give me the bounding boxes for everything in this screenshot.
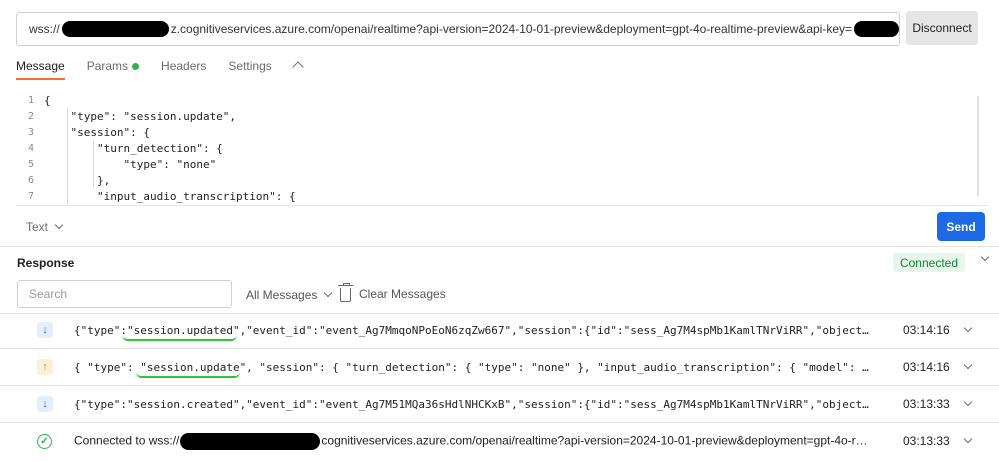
chevron-down-icon[interactable] bbox=[963, 360, 973, 370]
message-row[interactable]: ✓ Connected to wss:// cognitiveservices.a… bbox=[0, 423, 999, 459]
message-row[interactable]: ↓ {"type":"session.updated","event_id":"… bbox=[0, 312, 999, 348]
url-input[interactable]: wss:// z.cognitiveservices.azure.com/ope… bbox=[16, 12, 900, 46]
chevron-down-icon[interactable] bbox=[963, 397, 973, 407]
redacted-marker bbox=[854, 21, 899, 37]
clear-messages-button[interactable]: Clear Messages bbox=[338, 283, 446, 302]
chevron-down-icon bbox=[324, 288, 333, 298]
params-status-dot bbox=[132, 62, 140, 70]
tab-label: Params bbox=[86, 59, 129, 73]
code-text: "type": "session.update", bbox=[44, 109, 237, 123]
code-text: "turn_detection": { bbox=[44, 141, 223, 155]
chevron-down-icon[interactable] bbox=[980, 252, 990, 262]
status-badge: Connected bbox=[893, 253, 965, 272]
search-input[interactable] bbox=[17, 280, 232, 308]
message-type-label: Text bbox=[26, 220, 49, 234]
redacted-marker bbox=[61, 21, 169, 37]
url-text: z.cognitiveservices.azure.com/openai/rea… bbox=[170, 22, 853, 36]
chevron-down-icon bbox=[54, 220, 64, 230]
message-timestamp: 03:14:16 bbox=[903, 323, 950, 337]
code-line: 4 "turn_detection": { bbox=[16, 140, 988, 156]
arrow-down-icon: ↓ bbox=[37, 396, 53, 412]
code-text: { bbox=[44, 93, 51, 107]
tab-label: Settings bbox=[228, 59, 272, 73]
arrow-down-icon: ↓ bbox=[37, 322, 53, 338]
tab-label: Message bbox=[16, 59, 65, 73]
code-line: 6 }, bbox=[16, 172, 988, 188]
line-number: 6 bbox=[28, 174, 35, 186]
code-text: "input_audio_transcription": { bbox=[44, 189, 296, 203]
line-number: 4 bbox=[28, 142, 35, 154]
message-timestamp: 03:14:16 bbox=[903, 360, 950, 374]
chevron-down-icon[interactable] bbox=[963, 323, 973, 333]
redacted-marker bbox=[180, 432, 321, 450]
indent-guide bbox=[67, 108, 68, 204]
message-editor[interactable]: 1{ 2 "type": "session.update", 3 "sessio… bbox=[16, 92, 988, 204]
tab-settings[interactable]: Settings bbox=[228, 59, 271, 79]
message-row[interactable]: ↑ { "type": "session.update", "session":… bbox=[0, 349, 999, 385]
section-divider bbox=[0, 246, 999, 247]
code-line: 5 "type": "none" bbox=[16, 156, 988, 172]
code-line: 2 "type": "session.update", bbox=[16, 108, 988, 124]
line-number: 2 bbox=[28, 110, 35, 122]
url-prefix: wss:// bbox=[29, 22, 60, 36]
tab-params[interactable]: Params bbox=[86, 59, 140, 79]
message-type-select[interactable]: Text bbox=[26, 220, 64, 234]
filter-label: All Messages bbox=[246, 288, 318, 302]
disconnect-button[interactable]: Disconnect bbox=[906, 11, 978, 45]
indent-guide bbox=[93, 140, 94, 188]
line-number: 3 bbox=[28, 126, 35, 138]
message-row[interactable]: ↓ {"type":"session.created","event_id":"… bbox=[0, 386, 999, 422]
tab-message[interactable]: Message bbox=[16, 59, 65, 80]
code-line: 1{ bbox=[16, 92, 988, 108]
editor-scrollbar[interactable] bbox=[977, 96, 979, 196]
code-line: 3 "session": { bbox=[16, 124, 988, 140]
collapse-chevron-up-icon[interactable] bbox=[292, 59, 304, 77]
tab-label: Headers bbox=[161, 59, 207, 73]
check-circle-icon: ✓ bbox=[37, 433, 52, 449]
message-timestamp: 03:13:33 bbox=[903, 397, 950, 411]
request-tabs: Message Params Headers Settings bbox=[16, 59, 324, 83]
editor-divider bbox=[16, 205, 988, 206]
clear-label: Clear Messages bbox=[359, 287, 446, 301]
send-button[interactable]: Send bbox=[937, 212, 985, 241]
code-line: 7 "input_audio_transcription": { bbox=[16, 188, 988, 204]
connected-suffix: cognitiveservices.azure.com/openai/realt… bbox=[321, 433, 869, 448]
tab-headers[interactable]: Headers bbox=[161, 59, 206, 79]
line-number: 5 bbox=[28, 158, 35, 170]
response-title: Response bbox=[17, 256, 75, 270]
trash-icon bbox=[338, 283, 353, 302]
message-text: Connected to wss:// cognitiveservices.azu… bbox=[74, 432, 869, 450]
chevron-down-icon[interactable] bbox=[963, 434, 973, 444]
arrow-up-icon: ↑ bbox=[37, 359, 53, 375]
message-text: {"type":"session.created","event_id":"ev… bbox=[74, 397, 869, 411]
message-filter-dropdown[interactable]: All Messages bbox=[246, 288, 333, 302]
green-underline-annotation bbox=[122, 335, 237, 341]
connected-prefix: Connected to wss:// bbox=[74, 433, 180, 448]
code-text: }, bbox=[44, 173, 111, 187]
message-timestamp: 03:13:33 bbox=[903, 434, 950, 448]
green-underline-annotation bbox=[136, 372, 240, 378]
line-number: 7 bbox=[28, 190, 35, 202]
code-text: "session": { bbox=[44, 125, 150, 139]
code-text: "type": "none" bbox=[44, 157, 217, 171]
line-number: 1 bbox=[28, 94, 35, 106]
